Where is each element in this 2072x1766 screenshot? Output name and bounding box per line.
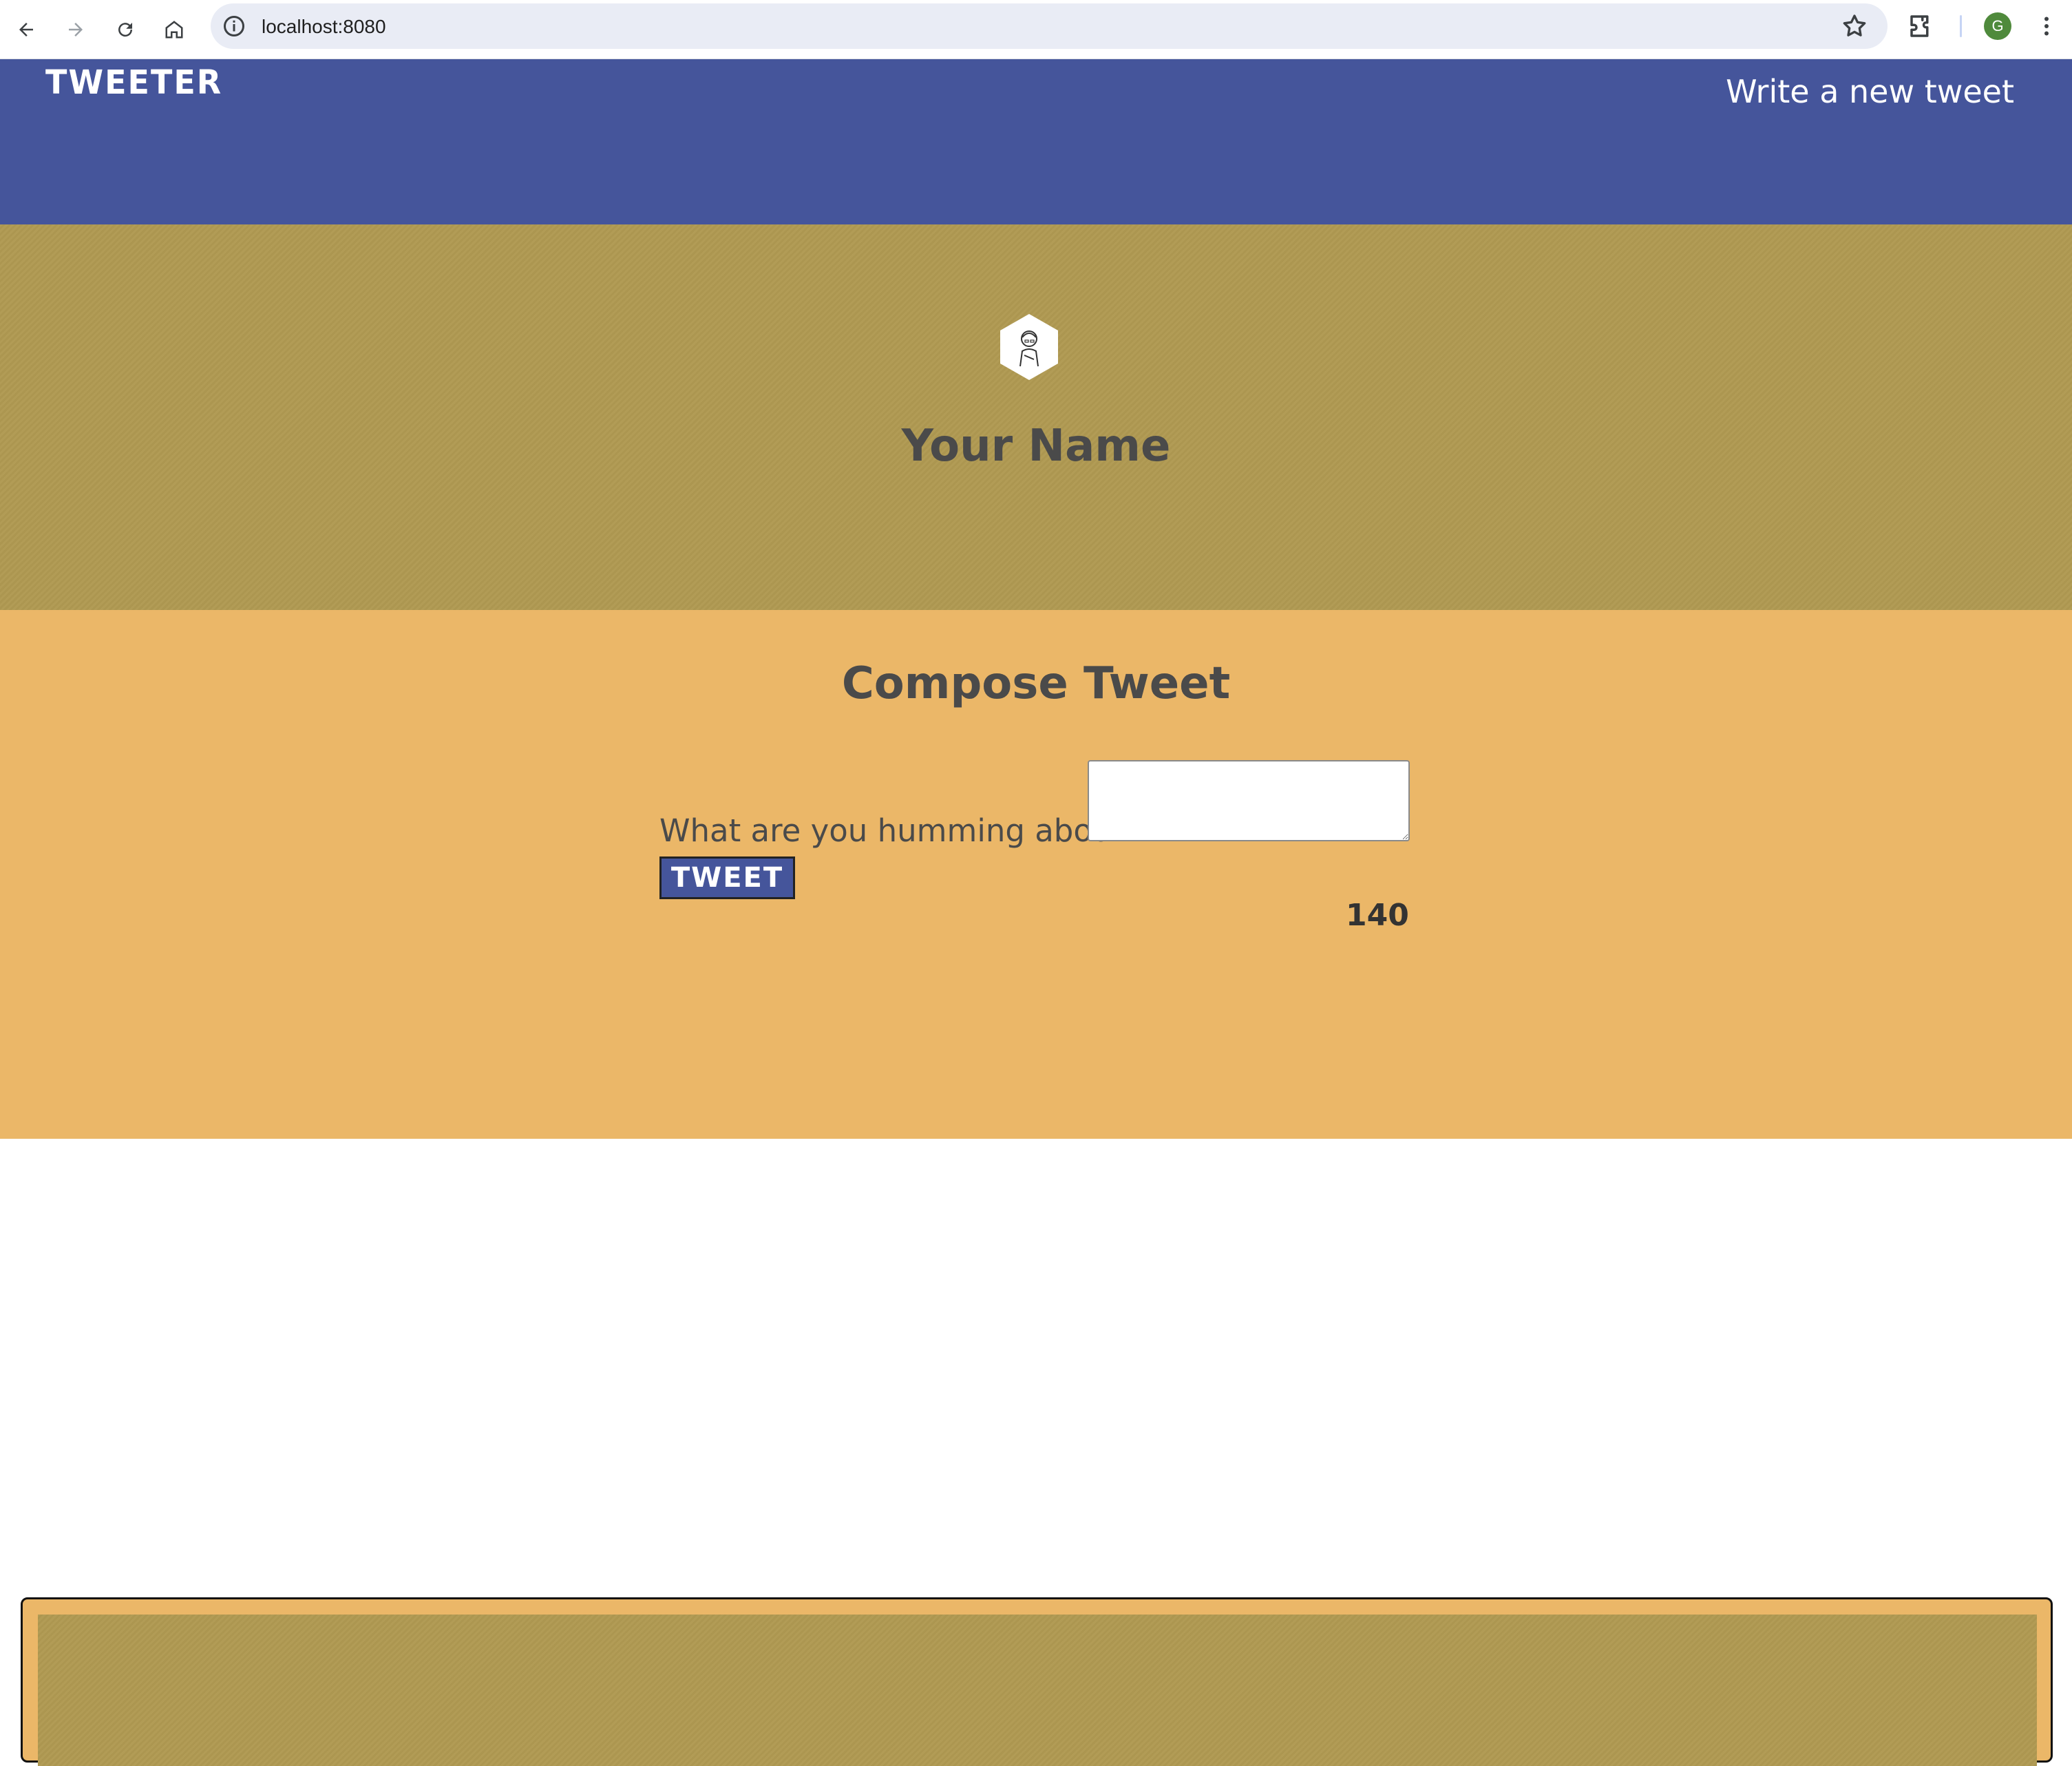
character-counter: 140: [1346, 898, 1409, 933]
profile-header: Your Name: [0, 224, 2072, 610]
toolbar-divider: [1960, 15, 1962, 37]
back-arrow-icon[interactable]: [9, 12, 43, 47]
menu-dots-icon[interactable]: [2034, 12, 2059, 40]
url-text[interactable]: localhost:8080: [262, 16, 386, 38]
site-info-icon[interactable]: [222, 14, 246, 39]
reload-icon[interactable]: [108, 12, 142, 47]
tweet-textarea[interactable]: [1088, 760, 1410, 841]
write-new-tweet-link[interactable]: Write a new tweet: [1726, 73, 2014, 110]
profile-name: Your Name: [901, 421, 1171, 472]
address-bar[interactable]: localhost:8080: [211, 3, 1888, 49]
home-icon[interactable]: [157, 12, 191, 47]
compose-section: Compose Tweet What are you humming about…: [0, 610, 2072, 1766]
browser-toolbar: localhost:8080 G: [0, 0, 2072, 59]
bookmark-star-icon[interactable]: [1841, 12, 1868, 40]
forward-arrow-icon[interactable]: [59, 12, 93, 47]
compose-title: Compose Tweet: [841, 658, 1231, 709]
tweets-container: [21, 1597, 2053, 1766]
tweet-article: [38, 1615, 2037, 1766]
profile-initial: G: [1991, 17, 2004, 34]
profile-avatar[interactable]: G: [1984, 12, 2011, 40]
extensions-icon[interactable]: [1907, 12, 1936, 41]
compose-label: What are you humming about?: [659, 812, 1141, 849]
user-avatar-hexagon-icon: [1000, 314, 1058, 380]
site-logo[interactable]: TWEETER: [45, 63, 222, 102]
top-nav: TWEETER Write a new tweet: [0, 59, 2072, 224]
tweet-button[interactable]: TWEET: [659, 856, 795, 899]
